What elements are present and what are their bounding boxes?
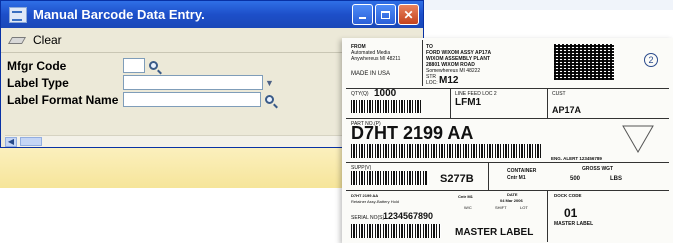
cust-value: AP17A (552, 105, 582, 115)
partno-value: D7HT 2199 AA (351, 123, 474, 143)
scroll-thumb[interactable] (20, 137, 42, 146)
master-label-small: MASTER LABEL (554, 221, 594, 227)
mfgr-code-lookup-button[interactable] (145, 58, 161, 74)
made-in-usa: MADE IN USA (351, 71, 391, 77)
cntr-small: Cntr M1 (458, 194, 473, 199)
cust-label: CUST (552, 91, 566, 97)
title-bar[interactable]: Manual Barcode Data Entry. ✕ (1, 1, 423, 28)
label-type-label: Label Type (7, 75, 69, 90)
supplier-barcode (351, 171, 427, 185)
label-format-lookup-button[interactable] (261, 92, 277, 108)
minimize-button[interactable] (352, 4, 373, 25)
mfgr-code-input[interactable] (123, 58, 145, 73)
gross-label: GROSS WGT (582, 166, 614, 172)
date-value: 04 Mar 2006 (500, 198, 523, 203)
serial-value: 1234567890 (383, 211, 434, 221)
from-line2: Anywhereus MI 48211 (351, 56, 401, 62)
triangle-icon (622, 125, 654, 153)
close-icon: ✕ (403, 7, 414, 22)
dock-label: DOCK CODE (554, 193, 582, 198)
search-icon (148, 61, 158, 70)
2d-barcode (554, 44, 614, 80)
chevron-down-icon: ▼ (265, 77, 274, 88)
gross-unit: LBS (610, 176, 622, 182)
divider (346, 190, 669, 191)
partno-barcode (351, 144, 541, 158)
loc-label: LOC: (426, 80, 438, 86)
close-button[interactable]: ✕ (398, 4, 419, 25)
loc-value: M12 (439, 75, 459, 86)
divider (547, 190, 548, 242)
barcode-label: FROM Automated Media Anywhereus MI 48211… (342, 38, 673, 243)
barcode-app-icon (9, 6, 27, 23)
clear-button[interactable]: Clear (33, 33, 62, 47)
shift-label: SHIFT (495, 205, 507, 210)
wc-label: W/C (464, 205, 472, 210)
label-format-name-label: Label Format Name (7, 92, 119, 107)
qty-label: QTY(Q) (351, 91, 369, 97)
desc-line2: Retainer Assy-Battery Hold (351, 199, 400, 204)
linefeed-value: LFM1 (455, 97, 482, 108)
eraser-icon[interactable] (9, 35, 25, 45)
label-type-select[interactable] (123, 75, 263, 90)
label-type-dropdown-button[interactable]: ▼ (262, 75, 277, 90)
gross-value: 500 (570, 176, 581, 182)
qty-barcode (351, 100, 421, 113)
minimize-icon (359, 17, 366, 19)
label-format-name-input[interactable] (123, 92, 261, 107)
maximize-icon (381, 10, 390, 19)
lot-label: LOT (520, 205, 528, 210)
container-label: CONTAINER (507, 168, 537, 174)
serial-barcode (351, 224, 441, 238)
divider (450, 88, 451, 118)
serial-label: SERIAL NO(S) (351, 215, 385, 221)
supplier-value: S277B (440, 173, 474, 185)
maximize-button[interactable] (375, 4, 396, 25)
container-value: Cntr M1 (507, 175, 526, 181)
qty-value: 1000 (374, 88, 397, 99)
dock-value: 01 (564, 206, 578, 220)
divider (488, 162, 489, 190)
window-title: Manual Barcode Data Entry. (33, 7, 205, 22)
divider (547, 88, 548, 118)
scroll-left-icon[interactable]: ◀ (5, 136, 17, 147)
master-label-big: MASTER LABEL (455, 227, 534, 238)
divider (422, 40, 423, 86)
mfgr-code-label: Mfgr Code (7, 58, 67, 73)
divider (346, 162, 669, 163)
search-icon (264, 95, 274, 104)
divider (346, 118, 669, 119)
recycle-icon: 2 (644, 53, 658, 67)
